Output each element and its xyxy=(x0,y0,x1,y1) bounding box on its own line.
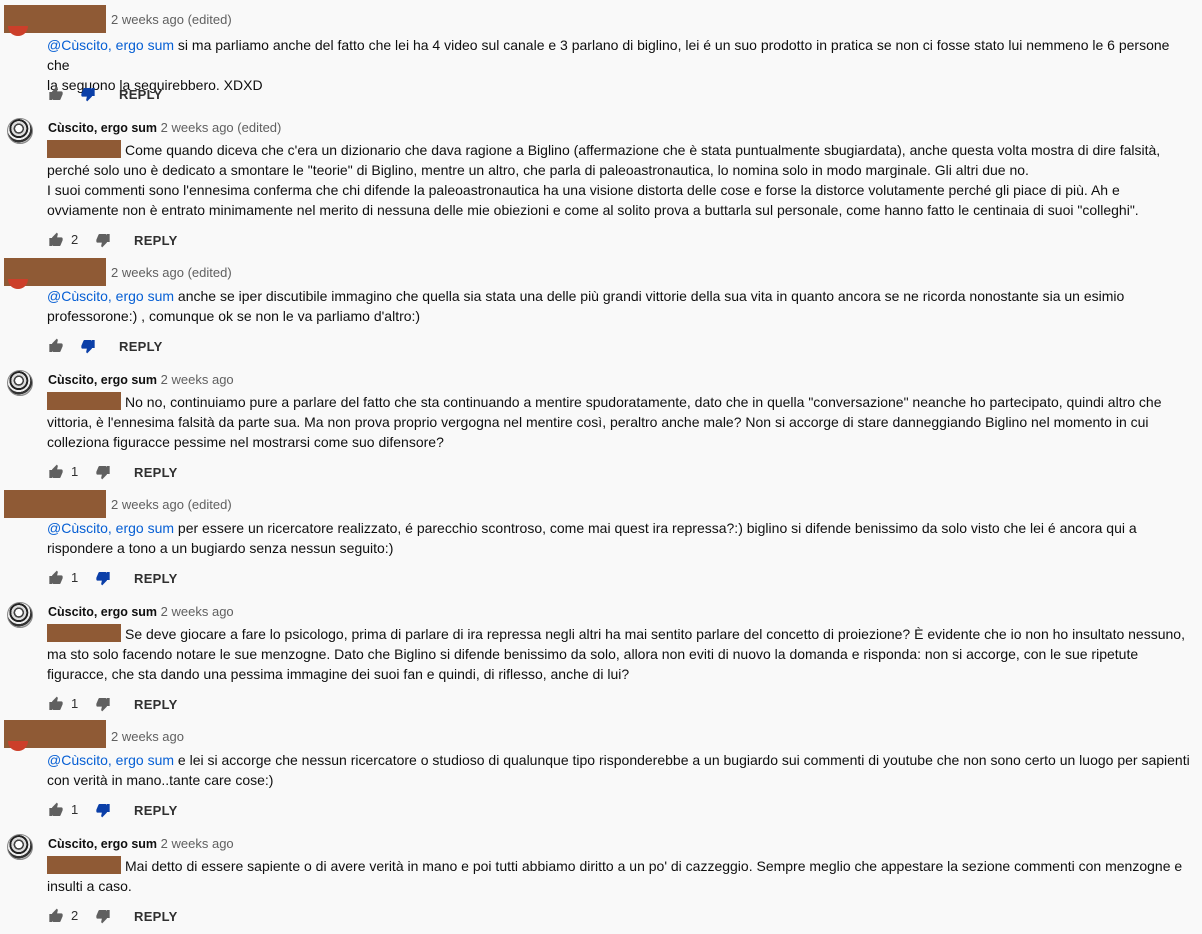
thumb-up-icon xyxy=(48,464,64,480)
comment-thread-item: Cùscito, ergo sum 2 weeks ago Se deve gi… xyxy=(0,594,1202,720)
thumb-down-icon xyxy=(80,338,96,354)
avatar[interactable] xyxy=(7,118,33,144)
avatar[interactable] xyxy=(8,741,28,751)
comment-timestamp[interactable]: 2 weeks ago (edited) xyxy=(111,265,232,280)
dislike-button[interactable] xyxy=(80,84,96,104)
dislike-button[interactable] xyxy=(95,230,111,250)
comment-meta: Cùscito, ergo sum 2 weeks ago xyxy=(48,836,234,852)
dislike-button[interactable] xyxy=(95,568,111,588)
avatar[interactable] xyxy=(7,834,33,860)
reply-button[interactable]: REPLY xyxy=(119,336,163,356)
like-button[interactable] xyxy=(48,84,64,104)
reply-button[interactable]: REPLY xyxy=(134,230,178,250)
dislike-button[interactable] xyxy=(80,336,96,356)
thumb-up-icon xyxy=(48,570,64,586)
comment-meta: Cùscito, ergo sum 2 weeks ago xyxy=(48,604,234,620)
comment-thread-item: 2 weeks ago (edited) @Cùscito, ergo sum … xyxy=(0,0,1202,110)
thumb-down-icon xyxy=(95,802,111,818)
thumb-up-icon xyxy=(48,232,64,248)
comment-timestamp[interactable]: 2 weeks ago xyxy=(161,836,234,851)
author-name[interactable]: Cùscito, ergo sum xyxy=(48,373,157,387)
comment-meta: 2 weeks ago xyxy=(111,729,184,745)
comment-text: Come quando diceva che c'era un dizionar… xyxy=(47,140,1161,218)
reply-button[interactable]: REPLY xyxy=(134,568,178,588)
comment-timestamp[interactable]: 2 weeks ago xyxy=(161,604,234,619)
dislike-button[interactable] xyxy=(95,800,111,820)
thumb-down-icon xyxy=(95,570,111,586)
like-button[interactable] xyxy=(48,568,64,588)
like-count: 1 xyxy=(71,802,79,817)
like-count: 2 xyxy=(71,232,79,247)
thumb-down-icon xyxy=(95,232,111,248)
thumb-up-icon xyxy=(48,908,64,924)
comment-text: @Cùscito, ergo sum si ma parliamo anche … xyxy=(47,37,1170,93)
like-count: 1 xyxy=(71,464,79,479)
thumb-down-icon xyxy=(95,908,111,924)
dislike-button[interactable] xyxy=(95,694,111,714)
mention-link[interactable]: @Cùscito, ergo sum xyxy=(47,520,174,536)
redacted-mention xyxy=(47,856,121,874)
comment-text: @Cùscito, ergo sum per essere un ricerca… xyxy=(47,520,1137,556)
avatar[interactable] xyxy=(7,602,33,628)
comment-text: Mai detto di essere sapiente o di avere … xyxy=(47,856,1183,894)
avatar[interactable] xyxy=(8,26,28,36)
reply-button[interactable]: REPLY xyxy=(134,800,178,820)
mention-link[interactable]: @Cùscito, ergo sum xyxy=(47,288,174,304)
thumb-down-icon xyxy=(95,464,111,480)
thumb-down-icon xyxy=(80,86,96,102)
comment-thread-item: 2 weeks ago @Cùscito, ergo sum e lei si … xyxy=(0,720,1202,826)
comment-meta: 2 weeks ago (edited) xyxy=(111,265,232,281)
thumb-up-icon xyxy=(48,338,64,354)
comment-thread-item: Cùscito, ergo sum 2 weeks ago Mai detto … xyxy=(0,826,1202,934)
comment-thread-item: Cùscito, ergo sum 2 weeks ago (edited) C… xyxy=(0,110,1202,256)
comment-text: @Cùscito, ergo sum anche se iper discuti… xyxy=(47,288,1125,324)
redacted-username xyxy=(4,490,106,518)
comment-timestamp[interactable]: 2 weeks ago (edited) xyxy=(161,120,282,135)
like-count: 1 xyxy=(71,696,79,711)
comment-meta: 2 weeks ago (edited) xyxy=(111,497,232,513)
like-count: 1 xyxy=(71,570,79,585)
reply-button[interactable]: REPLY xyxy=(134,462,178,482)
like-button[interactable] xyxy=(48,336,64,356)
thumb-up-icon xyxy=(48,86,64,102)
like-count: 2 xyxy=(71,908,79,923)
comment-text: No no, continuiamo pure a parlare del fa… xyxy=(47,392,1162,450)
comment-text: Se deve giocare a fare lo psicologo, pri… xyxy=(47,624,1185,682)
comment-meta: Cùscito, ergo sum 2 weeks ago (edited) xyxy=(48,120,281,136)
mention-link[interactable]: @Cùscito, ergo sum xyxy=(47,37,174,53)
thumb-up-icon xyxy=(48,696,64,712)
reply-button[interactable]: REPLY xyxy=(134,906,178,926)
comment-thread-item: Cùscito, ergo sum 2 weeks ago No no, con… xyxy=(0,362,1202,488)
comment-text: @Cùscito, ergo sum e lei si accorge che … xyxy=(47,752,1190,788)
author-name[interactable]: Cùscito, ergo sum xyxy=(48,605,157,619)
dislike-button[interactable] xyxy=(95,462,111,482)
avatar[interactable] xyxy=(8,279,28,289)
reply-button[interactable]: REPLY xyxy=(134,694,178,714)
author-name[interactable]: Cùscito, ergo sum xyxy=(48,121,157,135)
author-name[interactable]: Cùscito, ergo sum xyxy=(48,837,157,851)
redacted-mention xyxy=(47,140,121,158)
comment-meta: Cùscito, ergo sum 2 weeks ago xyxy=(48,372,234,388)
avatar[interactable] xyxy=(7,370,33,396)
like-button[interactable] xyxy=(48,694,64,714)
like-button[interactable] xyxy=(48,906,64,926)
dislike-button[interactable] xyxy=(95,906,111,926)
comment-thread-item: 2 weeks ago (edited) @Cùscito, ergo sum … xyxy=(0,256,1202,362)
comment-meta: 2 weeks ago (edited) xyxy=(111,12,232,28)
redacted-mention xyxy=(47,392,121,410)
like-button[interactable] xyxy=(48,800,64,820)
comment-timestamp[interactable]: 2 weeks ago (edited) xyxy=(111,497,232,512)
mention-link[interactable]: @Cùscito, ergo sum xyxy=(47,752,174,768)
like-button[interactable] xyxy=(48,462,64,482)
redacted-mention xyxy=(47,624,121,642)
like-button[interactable] xyxy=(48,230,64,250)
comment-timestamp[interactable]: 2 weeks ago xyxy=(161,372,234,387)
reply-button[interactable]: REPLY xyxy=(119,84,163,104)
comment-thread-item: 2 weeks ago (edited) @Cùscito, ergo sum … xyxy=(0,488,1202,594)
thumb-down-icon xyxy=(95,696,111,712)
thumb-up-icon xyxy=(48,802,64,818)
comment-timestamp[interactable]: 2 weeks ago xyxy=(111,729,184,744)
comment-timestamp[interactable]: 2 weeks ago (edited) xyxy=(111,12,232,27)
